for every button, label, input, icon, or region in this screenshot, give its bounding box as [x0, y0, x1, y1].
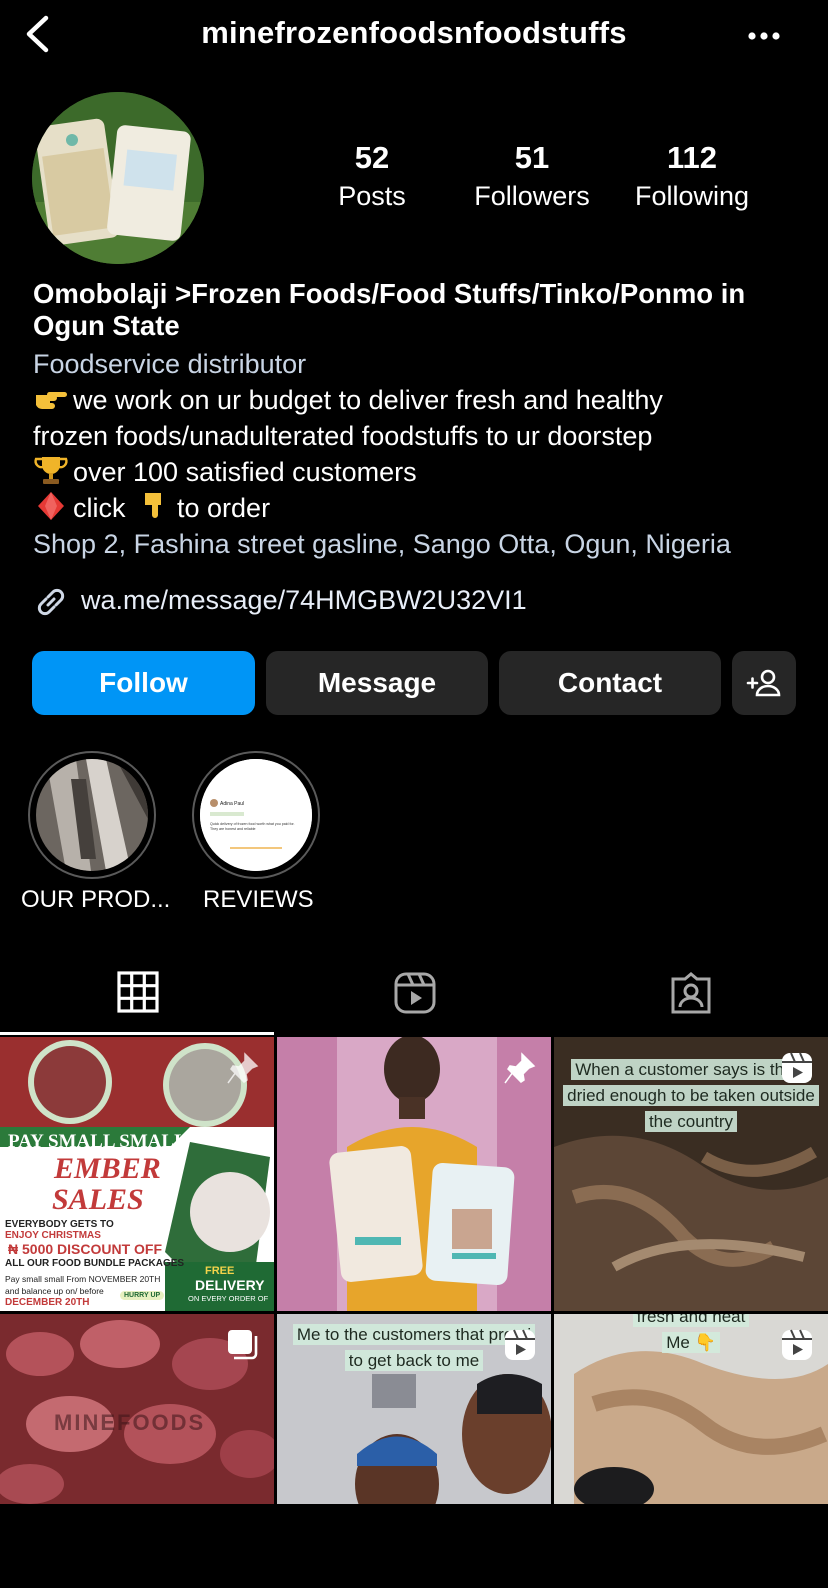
top-bar: minefrozenfoodsnfoodstuffs	[0, 0, 828, 70]
post-caption-line: fresh and neat	[632, 1314, 750, 1327]
tab-tagged[interactable]	[552, 962, 828, 1032]
bio-link-text[interactable]: wa.me/message/74HMGBW2U32VI1	[81, 585, 527, 616]
post-tile[interactable]: PAY SMALL SMALL EMBER SALES EVERYBODY GE…	[0, 1037, 274, 1311]
promo-small-3: DECEMBER 20TH	[5, 1297, 90, 1308]
promo-line-1: EVERYBODY GETS TO	[5, 1219, 114, 1230]
post-caption-line: When a customer says is the fi	[571, 1059, 811, 1080]
profile-bio: Omobolaji >Frozen Foods/Food Stuffs/Tink…	[33, 278, 813, 562]
link-icon	[37, 588, 65, 616]
promo-small-2: and balance up on/ before	[5, 1286, 104, 1296]
profile-address[interactable]: Shop 2, Fashina street gasline, Sango Ot…	[33, 526, 813, 562]
bio-line: click to order	[33, 490, 813, 526]
posts-count-value: 52	[354, 140, 390, 175]
promo-banner: PAY SMALL SMALL	[8, 1131, 187, 1152]
pointing-down-icon	[145, 493, 162, 518]
post-caption-line: to get back to me	[344, 1350, 484, 1371]
suggested-users-button[interactable]	[732, 651, 796, 715]
profile-username: minefrozenfoodsnfoodstuffs	[201, 15, 627, 50]
bio-line: over 100 satisfied customers	[33, 454, 813, 490]
tagged-user-icon	[671, 972, 711, 1014]
profile-display-name: Omobolaji >Frozen Foods/Food Stuffs/Tink…	[33, 278, 746, 341]
followers-count-label: Followers	[474, 181, 590, 211]
highlight-label: OUR PROD...	[21, 886, 171, 913]
bio-line-2: frozen foods/unadulterated foodstuffs to…	[33, 421, 653, 451]
bio-line-4a: click	[73, 493, 126, 523]
promo-order: ON EVERY ORDER OF	[188, 1294, 269, 1303]
message-button[interactable]: Message	[266, 651, 488, 715]
bio-line-1: we work on ur budget to deliver fresh an…	[73, 385, 663, 415]
active-tab-indicator	[0, 1032, 274, 1035]
post-caption-line: Me to the customers that promi	[292, 1324, 536, 1345]
promo-small-1: Pay small small From NOVEMBER 20TH	[5, 1274, 161, 1284]
following-count[interactable]: 112 Following	[612, 140, 772, 216]
promo-title-1: EMBER	[54, 1152, 161, 1185]
promo-line-2: ENJOY CHRISTMAS	[5, 1230, 101, 1241]
tab-reels[interactable]	[276, 962, 552, 1032]
promo-discount: ₦ 5000 DISCOUNT OFF	[8, 1241, 163, 1257]
highlight-reviews[interactable]: Adina Paul Quick delivery of frozen food…	[192, 751, 320, 879]
bio-line-3: over 100 satisfied customers	[73, 457, 417, 487]
svg-text:They are honest and reliable: They are honest and reliable	[210, 827, 256, 831]
promo-delivery: DELIVERY	[195, 1277, 265, 1293]
reels-icon	[394, 972, 436, 1014]
more-options-button[interactable]	[740, 22, 790, 50]
followers-count[interactable]: 51 Followers	[452, 140, 612, 216]
bio-line: we work on ur budget to deliver fresh an…	[33, 382, 813, 418]
pointing-right-icon	[36, 392, 67, 409]
follow-button[interactable]: Follow	[32, 651, 255, 715]
add-user-icon	[746, 669, 781, 697]
post-tile[interactable]: Me to the customers that promi to get ba…	[277, 1314, 551, 1588]
following-count-label: Following	[634, 181, 750, 211]
promo-hurry: HURRY UP	[120, 1291, 165, 1300]
more-horizontal-icon	[748, 32, 780, 40]
following-count-value: 112	[666, 140, 717, 175]
post-tile[interactable]: fresh and neat Me 👇	[554, 1314, 828, 1588]
pinned-icon	[227, 1052, 259, 1084]
promo-free: FREE	[205, 1265, 235, 1277]
highlight-label: REVIEWS	[203, 886, 314, 913]
tab-posts-grid[interactable]	[0, 962, 276, 1032]
profile-avatar[interactable]	[32, 92, 204, 264]
pinned-icon	[504, 1052, 536, 1084]
grid-icon	[117, 971, 159, 1013]
post-caption-line: the country	[644, 1111, 738, 1132]
reel-icon	[782, 1329, 812, 1360]
svg-text:Quick delivery of frozen food: Quick delivery of frozen food worth what…	[210, 822, 295, 826]
followers-count-value: 51	[514, 140, 550, 175]
trophy-icon	[34, 457, 68, 484]
highlight-our-products[interactable]	[28, 751, 156, 879]
watermark-text: MINEFOODS	[54, 1410, 206, 1435]
post-tile[interactable]: When a customer says is the fi dried eno…	[554, 1037, 828, 1311]
reel-icon	[505, 1329, 535, 1360]
reel-icon	[782, 1052, 812, 1083]
promo-title-2: SALES	[52, 1183, 144, 1216]
posts-count[interactable]: 52 Posts	[292, 140, 452, 216]
post-caption-line: Me 👇	[662, 1332, 720, 1353]
post-caption-line: dried enough to be taken outside	[563, 1085, 819, 1106]
promo-bundle: ALL OUR FOOD BUNDLE PACKAGES	[5, 1258, 185, 1269]
post-tile[interactable]: MINEFOODS	[0, 1314, 274, 1588]
review-name: Adina Paul	[220, 801, 244, 807]
red-diamond-icon	[38, 492, 64, 520]
posts-count-label: Posts	[338, 181, 406, 211]
carousel-icon	[228, 1330, 258, 1360]
bio-line-4b: to order	[177, 493, 271, 523]
contact-button[interactable]: Contact	[499, 651, 721, 715]
profile-category: Foodservice distributor	[33, 349, 307, 379]
post-tile[interactable]	[277, 1037, 551, 1311]
